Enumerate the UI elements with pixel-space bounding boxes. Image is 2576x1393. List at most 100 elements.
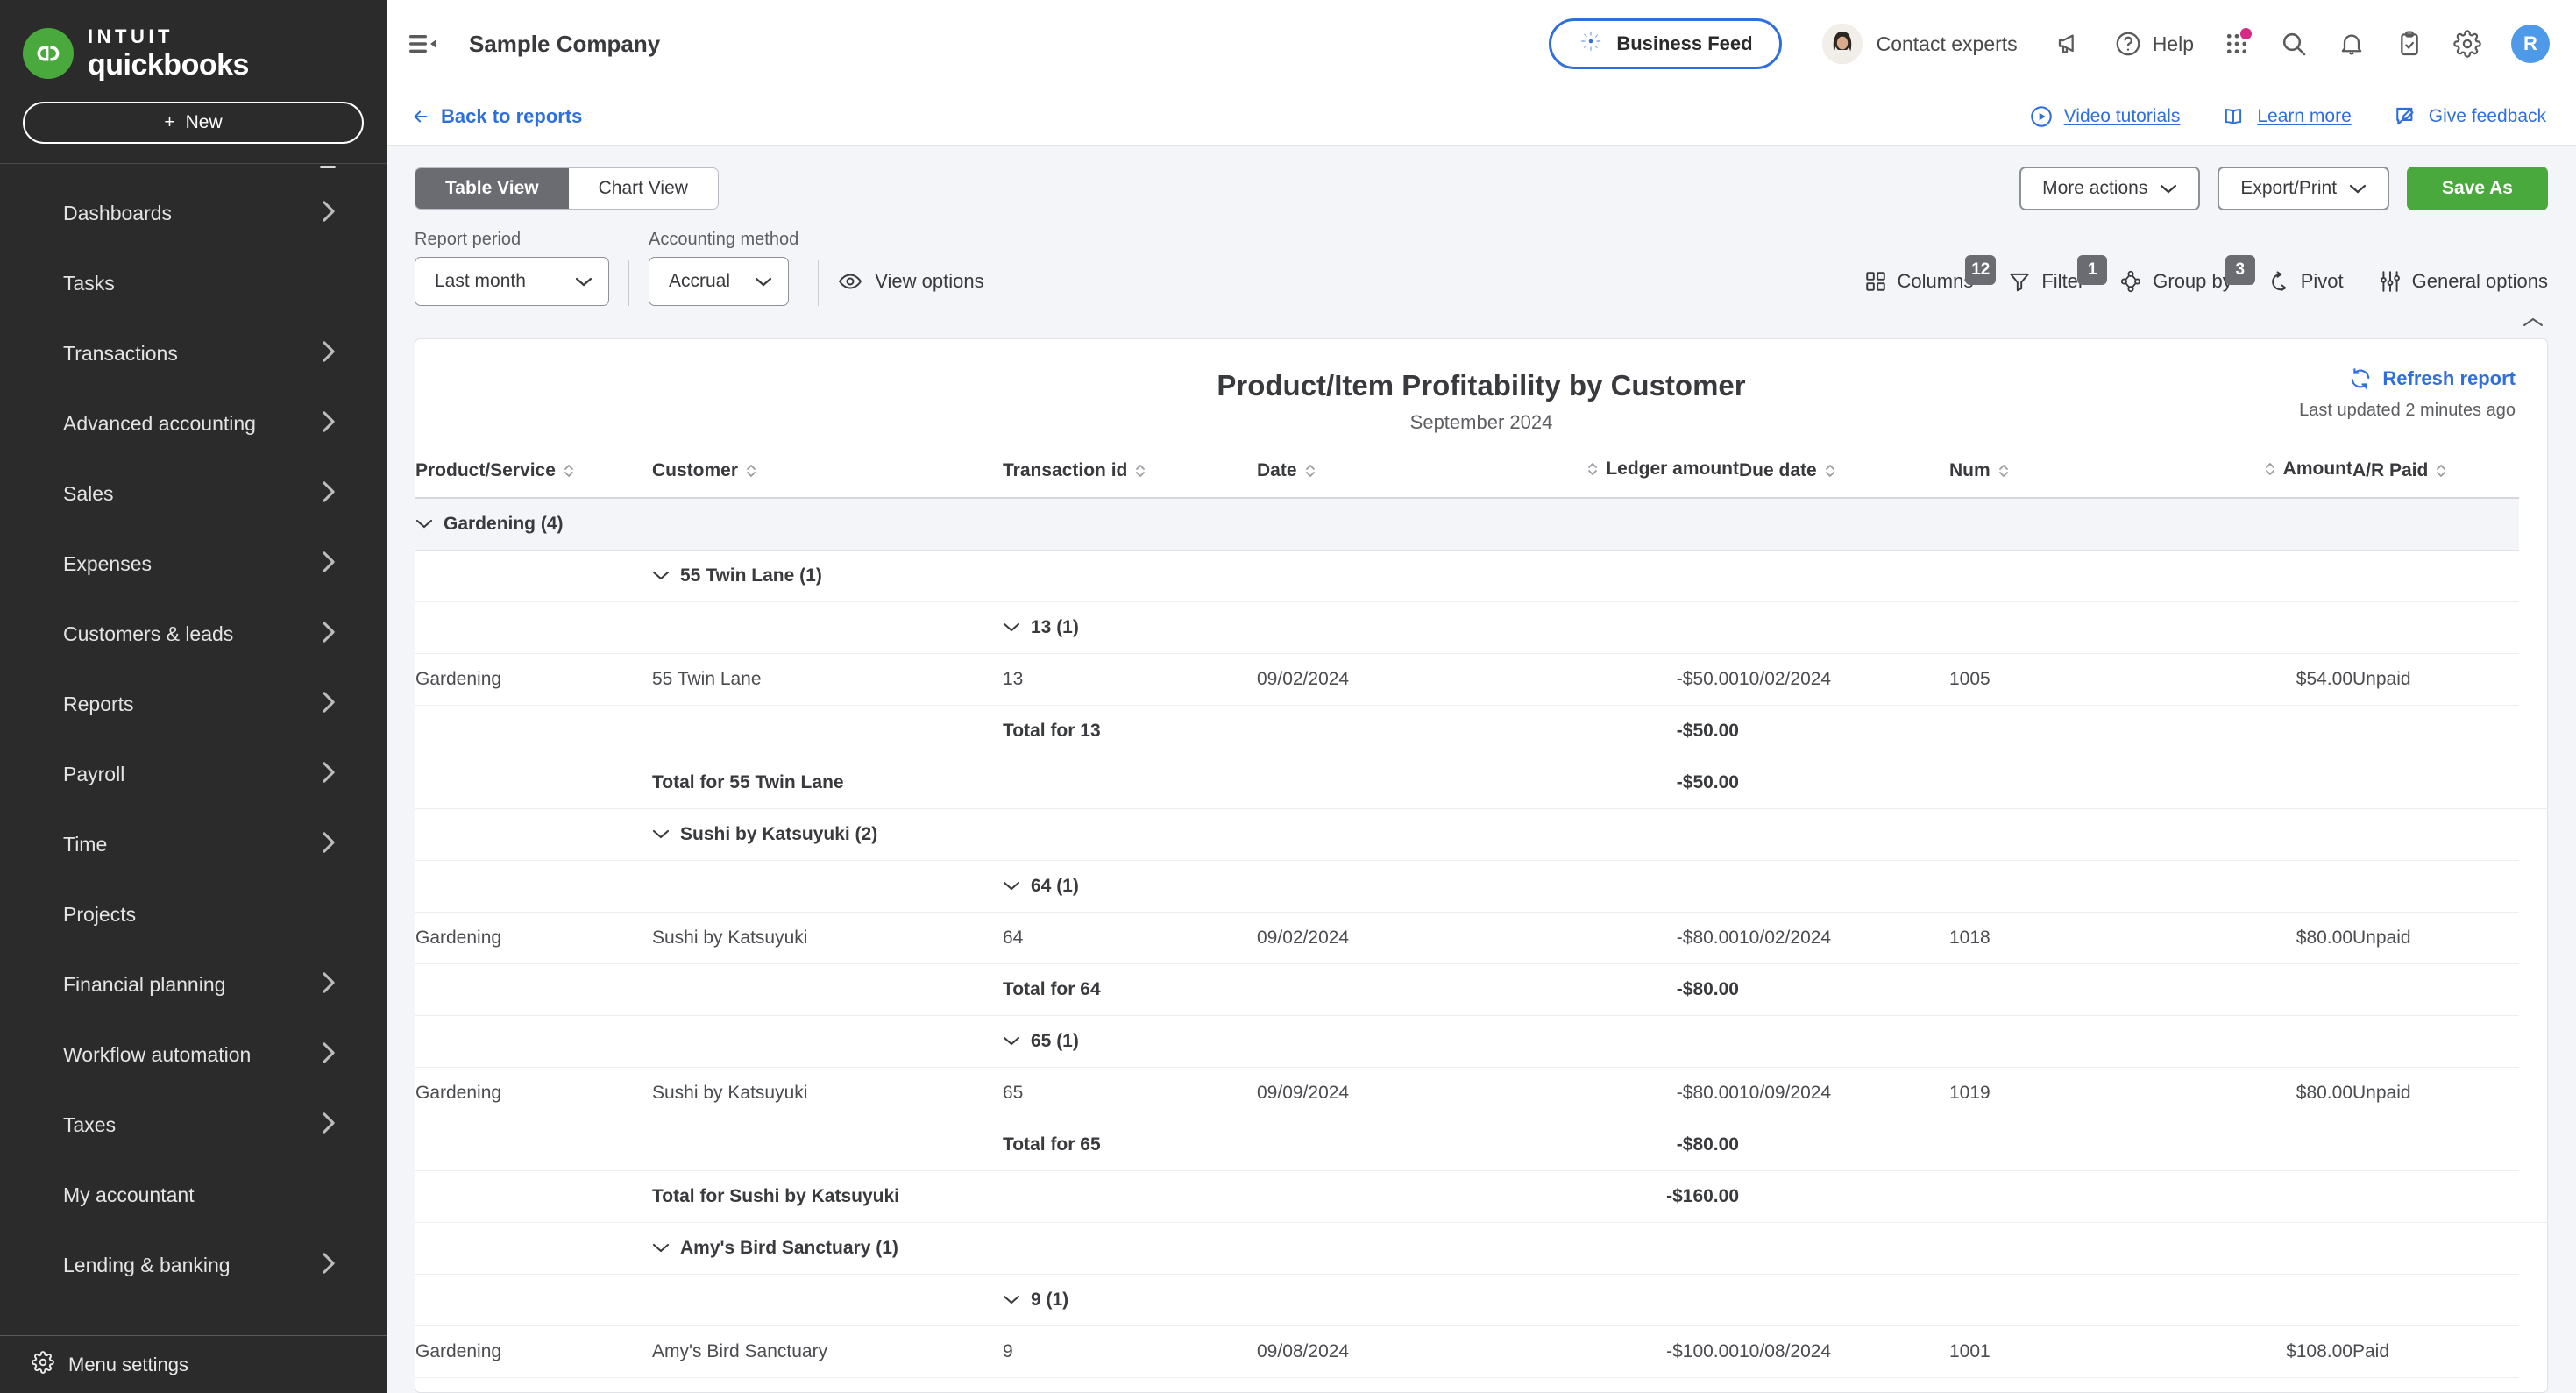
general-options-button[interactable]: General options xyxy=(2379,257,2548,306)
sidebar-item-taxes[interactable]: Taxes xyxy=(0,1090,387,1160)
sidebar-item-sales[interactable]: Sales xyxy=(0,458,387,529)
search-icon[interactable] xyxy=(2280,30,2308,58)
save-as-button[interactable]: Save As xyxy=(2407,167,2548,210)
tab-table-view[interactable]: Table View xyxy=(415,168,569,209)
filter-button[interactable]: Filter 1 xyxy=(2008,255,2108,306)
group-row-level2[interactable]: 55 Twin Lane (1) xyxy=(415,550,2547,602)
table-row[interactable]: Gardening Amy's Bird Sanctuary 9 09/08/2024… xyxy=(415,1325,2547,1378)
collapse-caret-icon[interactable] xyxy=(652,826,670,844)
sidebar-item-payroll[interactable]: Payroll xyxy=(0,739,387,809)
group-row-level2[interactable]: Sushi by Katsuyuki (2) xyxy=(415,808,2547,861)
sidebar-item-customers-leads[interactable]: Customers & leads xyxy=(0,599,387,669)
sidebar-item-tasks[interactable]: Tasks xyxy=(0,248,387,318)
column-header-transaction-id[interactable]: Transaction id xyxy=(1003,446,1257,499)
columns-button[interactable]: Columns 12 xyxy=(1864,255,1997,306)
group-by-button[interactable]: Group by 3 xyxy=(2119,255,2255,306)
more-actions-button[interactable]: More actions xyxy=(2019,167,2201,210)
column-header-date[interactable]: Date xyxy=(1257,446,1476,499)
collapse-caret-icon[interactable] xyxy=(652,1240,670,1258)
sort-icon xyxy=(1998,462,2010,480)
table-row[interactable]: Gardening 55 Twin Lane 13 09/02/2024 -$50.00… xyxy=(415,653,2547,706)
menu-settings-button[interactable]: Menu settings xyxy=(0,1335,387,1393)
video-tutorials-link[interactable]: Video tutorials xyxy=(2029,104,2180,129)
group-row-level3[interactable]: 9 (1) xyxy=(415,1274,2547,1326)
column-header-due-date[interactable]: Due date xyxy=(1739,446,1949,499)
column-header-ledger-amount[interactable]: Ledger amount xyxy=(1476,446,1739,499)
clipboard-check-icon[interactable] xyxy=(2395,30,2423,58)
sidebar-item-projects[interactable]: Projects xyxy=(0,879,387,949)
collapse-caret-icon[interactable] xyxy=(652,567,670,586)
give-feedback-link[interactable]: Give feedback xyxy=(2392,104,2546,129)
collapse-caret-icon[interactable] xyxy=(415,515,433,534)
column-header-amount[interactable]: Amount xyxy=(2125,446,2352,499)
cell-due-date: 10/02/2024 xyxy=(1739,912,1949,964)
sidebar-item-my-accountant[interactable]: My accountant xyxy=(0,1160,387,1230)
megaphone-icon[interactable] xyxy=(2056,30,2084,58)
sidebar-item-dashboards[interactable]: Dashboards xyxy=(0,178,387,248)
accounting-method-select[interactable]: Accrual xyxy=(649,257,789,306)
column-header-a-r-paid[interactable]: A/R Paid xyxy=(2352,446,2519,499)
cell-customer: 55 Twin Lane xyxy=(652,653,1003,706)
total-row: Total for 65 -$80.00 xyxy=(415,1119,2547,1171)
group-row-level3[interactable]: 65 (1) xyxy=(415,1015,2547,1068)
user-avatar[interactable]: R xyxy=(2511,25,2550,63)
report-period-select[interactable]: Last month xyxy=(415,257,609,306)
group-row-level1[interactable]: Gardening (4) xyxy=(415,498,2547,551)
report-period-label: Report period xyxy=(415,230,522,249)
collapse-caret-icon[interactable] xyxy=(1003,878,1020,896)
brand-logo[interactable]: INTUIT quickbooks xyxy=(0,0,387,88)
export-print-button[interactable]: Export/Print xyxy=(2218,167,2390,210)
sidebar-item-reports[interactable]: Reports xyxy=(0,669,387,739)
table-row[interactable]: Gardening Sushi by Katsuyuki 65 09/09/2024-… xyxy=(415,1067,2547,1119)
sidebar-scroll-indicator[interactable] xyxy=(0,164,387,174)
menu-toggle-icon[interactable] xyxy=(409,33,444,54)
column-header-label: Ledger amount xyxy=(1606,458,1739,479)
help-label: Help xyxy=(2152,32,2194,55)
empty-cell xyxy=(2125,963,2352,1016)
learn-more-link[interactable]: Learn more xyxy=(2220,105,2352,128)
cell-amount: $108.00 xyxy=(2125,1325,2352,1378)
sidebar-item-transactions[interactable]: Transactions xyxy=(0,318,387,388)
empty-cell xyxy=(1257,1119,1476,1171)
sidebar-item-label: Expenses xyxy=(63,551,153,575)
column-header-num[interactable]: Num xyxy=(1949,446,2125,499)
column-header-customer[interactable]: Customer xyxy=(652,446,1003,499)
group-row-level3[interactable]: 13 (1) xyxy=(415,601,2547,654)
apps-grid-icon[interactable] xyxy=(2224,28,2252,57)
settings-gear-icon[interactable] xyxy=(2453,30,2481,58)
refresh-report-button[interactable]: Refresh report xyxy=(2299,367,2516,390)
sidebar-item-workflow-automation[interactable]: Workflow automation xyxy=(0,1020,387,1090)
table-row[interactable]: Gardening Sushi by Katsuyuki 64 09/02/2024-… xyxy=(415,912,2547,964)
group-label: 64 (1) xyxy=(1003,860,2519,913)
sort-icon xyxy=(1586,460,1599,478)
group-label-text: 13 (1) xyxy=(1031,617,1079,637)
collapse-caret-icon[interactable] xyxy=(1003,1291,1020,1310)
view-options-button[interactable]: View options xyxy=(838,257,984,306)
new-button[interactable]: + New xyxy=(23,102,364,144)
help-button[interactable]: Help xyxy=(2114,30,2194,58)
sidebar-item-financial-planning[interactable]: Financial planning xyxy=(0,949,387,1020)
business-feed-button[interactable]: Business Feed xyxy=(1549,18,1782,69)
sidebar-item-time[interactable]: Time xyxy=(0,809,387,879)
sidebar-item-advanced-accounting[interactable]: Advanced accounting xyxy=(0,388,387,458)
sidebar-item-lending-banking[interactable]: Lending & banking xyxy=(0,1230,387,1300)
group-by-badge: 3 xyxy=(2225,255,2255,285)
back-to-reports-link[interactable]: Back to reports xyxy=(409,105,582,128)
sidebar-item-label: Workflow automation xyxy=(63,1042,252,1066)
cell-product-service: Gardening xyxy=(415,1325,652,1378)
collapse-caret-icon[interactable] xyxy=(1003,619,1020,637)
tab-chart-view[interactable]: Chart View xyxy=(568,168,718,209)
collapse-panel-icon[interactable] xyxy=(2522,315,2544,335)
pivot-button[interactable]: Pivot xyxy=(2267,257,2344,306)
save-as-label: Save As xyxy=(2442,178,2513,198)
contact-experts-button[interactable]: Contact experts xyxy=(1821,24,2018,64)
bell-icon[interactable] xyxy=(2338,30,2366,58)
column-header-product-service[interactable]: Product/Service xyxy=(415,446,652,499)
group-label: 13 (1) xyxy=(1003,601,2519,654)
group-row-level2[interactable]: Amy's Bird Sanctuary (1) xyxy=(415,1222,2547,1275)
total-label: Total for 9 xyxy=(1003,1377,1257,1392)
collapse-caret-icon[interactable] xyxy=(1003,1033,1020,1051)
sidebar-item-expenses[interactable]: Expenses xyxy=(0,529,387,599)
sort-icon xyxy=(1134,462,1146,480)
group-row-level3[interactable]: 64 (1) xyxy=(415,860,2547,913)
